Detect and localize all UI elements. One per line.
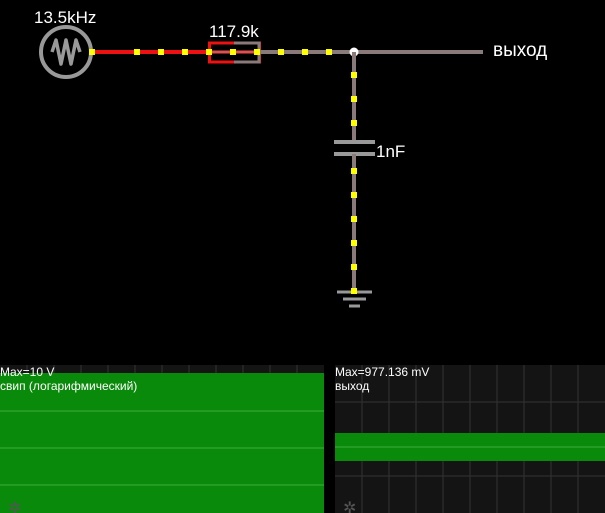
- current-dot: [254, 49, 260, 55]
- gear-icon[interactable]: ✲: [343, 501, 356, 513]
- current-dot: [351, 72, 357, 78]
- ac-source-icon: [39, 25, 93, 79]
- scope-sweep-max: Max=10 V: [0, 365, 55, 379]
- scope-output[interactable]: Max=977.136 mV выход ✲: [335, 365, 605, 513]
- current-dot: [89, 49, 95, 55]
- gear-icon[interactable]: ✲: [8, 501, 21, 513]
- current-dot: [351, 168, 357, 174]
- output-label: выход: [493, 40, 548, 61]
- capacitor-value-label: 1nF: [376, 142, 406, 161]
- ground-icon: [337, 290, 372, 308]
- current-dot: [351, 288, 357, 294]
- capacitor[interactable]: [334, 140, 375, 156]
- current-dot: [278, 49, 284, 55]
- current-dot: [351, 240, 357, 246]
- current-dot: [326, 49, 332, 55]
- current-dot: [351, 216, 357, 222]
- scope-output-max: Max=977.136 mV: [335, 365, 430, 379]
- current-dot: [302, 49, 308, 55]
- scope-sweep[interactable]: Max=10 V свип (логарифмический) ✲: [0, 365, 324, 513]
- current-dot: [351, 120, 357, 126]
- current-dot: [351, 96, 357, 102]
- current-dots: [89, 49, 357, 294]
- source-frequency-label: 13.5kHz: [34, 8, 97, 27]
- resistor-value-label: 117.9k: [209, 22, 259, 41]
- current-dot: [351, 264, 357, 270]
- current-dot: [134, 49, 140, 55]
- scope-output-plot: [335, 365, 605, 513]
- sweep-trace-fill: [0, 373, 324, 513]
- scope-output-title: выход: [335, 379, 370, 393]
- ac-source[interactable]: [39, 25, 93, 79]
- current-dot: [158, 49, 164, 55]
- current-dot: [182, 49, 188, 55]
- scope-sweep-title: свип (логарифмический): [0, 379, 138, 393]
- current-dot: [230, 49, 236, 55]
- sine-wave-icon: [50, 38, 82, 66]
- current-dot: [351, 192, 357, 198]
- current-dot: [206, 49, 212, 55]
